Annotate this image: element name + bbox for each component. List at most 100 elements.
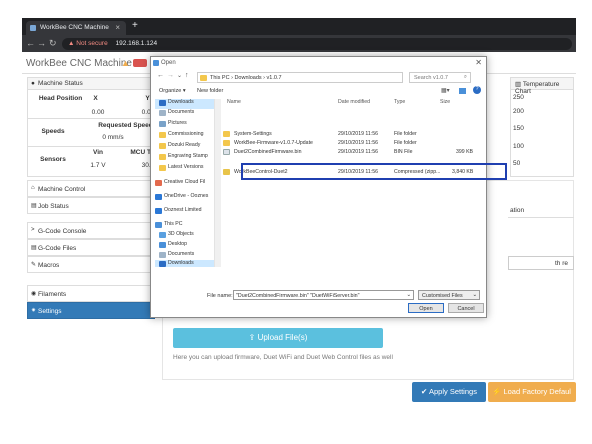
new-tab-icon[interactable]: + — [132, 20, 138, 31]
sidebar-item-gcode-console[interactable]: > G-Code Console — [27, 222, 155, 239]
file-list-header: Name Date modified Type Size — [223, 97, 488, 107]
dialog-nav-bar: ← → ⌄ ↑ This PC › Downloads › v1.0.7 Sea… — [151, 71, 488, 85]
filename-input[interactable]: "Duet2CombinedFirmware.bin" "DuetWiFiSer… — [233, 290, 414, 300]
building-icon — [155, 208, 162, 214]
requested-speed-value: 0 mm/s — [102, 134, 124, 141]
tree-item-this-pc[interactable]: This PC — [155, 221, 182, 231]
new-folder-button[interactable]: New folder — [197, 88, 223, 94]
tree-item-downloads-pc[interactable]: Downloads — [155, 260, 214, 267]
breadcrumb[interactable]: This PC › Downloads › v1.0.7 — [197, 72, 403, 83]
url-text: 192.168.1.124 — [115, 40, 158, 47]
organize-button[interactable]: Organize ▾ — [159, 88, 186, 94]
address-bar-row: ← → ↻ ▲ Not secure 192.168.1.124 — [22, 35, 576, 52]
forward-icon[interactable]: → — [37, 38, 46, 48]
macro-icon: ✎ — [31, 262, 37, 268]
tree-item-onedrive[interactable]: OneDrive - Ooznes — [155, 193, 208, 203]
file-icon — [223, 149, 230, 155]
file-row[interactable]: System-Settings 29/10/2019 11:56 File fo… — [223, 131, 483, 139]
axis-x-value: 0.00 — [91, 109, 105, 116]
cloud-icon — [155, 180, 162, 186]
settings-input-fragment[interactable]: th re — [508, 256, 574, 270]
picture-icon — [159, 121, 166, 127]
upload-files-button[interactable]: ⇪ Upload File(s) — [173, 328, 383, 348]
tree-item-3d-objects[interactable]: 3D Objects — [159, 231, 194, 241]
check-icon: ✔ — [421, 387, 429, 396]
sidebar-item-gcode-files[interactable]: ▤ G-Code Files — [27, 239, 155, 256]
navigation-tree: Downloads Documents Pictures Commissioni… — [155, 99, 215, 267]
folder-icon — [159, 154, 166, 160]
status-badge — [133, 59, 147, 67]
tab-close-icon[interactable]: × — [115, 23, 120, 32]
chevron-down-icon: ⌄ — [406, 292, 411, 298]
dialog-search-input[interactable]: Search v1.0.7 ⌕ — [409, 72, 471, 83]
open-button[interactable]: Open — [408, 303, 444, 313]
folder-icon — [159, 132, 166, 138]
folder-icon — [200, 75, 207, 81]
column-type[interactable]: Type — [394, 99, 405, 105]
upload-icon: ⇪ — [248, 333, 258, 342]
document-icon — [159, 252, 166, 258]
help-icon[interactable]: ? — [473, 86, 481, 94]
chart-tick: 200 — [513, 108, 524, 115]
vin-label: Vin — [93, 149, 103, 156]
tree-item-documents[interactable]: Documents — [159, 109, 194, 119]
file-row[interactable]: WorkBee-Firmware-v1.0.7-Update 29/10/201… — [223, 140, 483, 148]
temperature-chart-heading: ▥ Temperature Chart — [511, 78, 573, 95]
column-name[interactable]: Name — [227, 99, 241, 105]
close-icon[interactable]: ✕ — [475, 58, 482, 67]
tree-item-desktop[interactable]: Desktop — [159, 241, 187, 251]
tree-item-commissioning[interactable]: Commissioning — [159, 131, 203, 141]
tab-title: WorkBee CNC Machine — [40, 24, 109, 31]
file-type-select[interactable]: Customised Files ⌄ — [418, 290, 480, 300]
warning-triangle-icon: ▲ — [68, 40, 75, 47]
console-icon: > — [31, 227, 35, 233]
column-size[interactable]: Size — [440, 99, 450, 105]
load-factory-defaults-button[interactable]: ⚡ Load Factory Defaul — [488, 382, 576, 402]
temperature-chart-panel: ▥ Temperature Chart 250 200 150 100 50 — [510, 77, 574, 177]
settings-column-fragment: ation — [508, 204, 574, 218]
selection-highlight-box — [241, 163, 507, 180]
tree-item-creative-cloud[interactable]: Creative Cloud Fil — [155, 179, 205, 189]
dialog-title: Open — [161, 60, 176, 66]
sidebar-item-macros[interactable]: ✎ Macros — [27, 256, 155, 273]
tree-item-pictures[interactable]: Pictures — [159, 120, 187, 130]
apply-settings-button[interactable]: ✔ Apply Settings — [412, 382, 486, 402]
cancel-button[interactable]: Cancel — [448, 303, 484, 313]
tree-scrollbar[interactable] — [215, 99, 221, 267]
browser-tab[interactable]: WorkBee CNC Machine × — [26, 21, 126, 35]
chart-tick: 100 — [513, 143, 524, 150]
sidebar-item-filaments[interactable]: ◉ Filaments — [27, 285, 155, 302]
download-icon — [159, 100, 166, 106]
dialog-toolbar: Organize ▾ New folder ▦▾ ? — [151, 86, 488, 97]
gear-icon: ✷ — [31, 308, 37, 314]
up-icon[interactable]: ↑ — [185, 72, 189, 79]
warning-icon: ▲ — [121, 58, 130, 68]
chevron-down-icon[interactable]: ⌄ — [177, 72, 182, 79]
sidebar-item-settings[interactable]: ✷ Settings — [27, 302, 155, 319]
chart-icon: ▥ — [515, 81, 522, 88]
folder-icon — [223, 131, 230, 137]
forward-icon[interactable]: → — [167, 72, 174, 79]
tree-item-dozuki-ready[interactable]: Dozuki Ready — [159, 142, 200, 152]
preview-pane-icon[interactable] — [459, 88, 466, 94]
folder-icon — [159, 165, 166, 171]
tree-item-latest-versions[interactable]: Latest Versions — [159, 164, 203, 174]
folder-icon — [223, 140, 230, 146]
folder-icon — [159, 143, 166, 149]
search-icon: ⌕ — [463, 74, 467, 80]
sidebar-item-machine-control[interactable]: ⌂ Machine Control — [27, 180, 155, 197]
back-icon[interactable]: ← — [157, 72, 164, 79]
tree-item-ooznest-limited[interactable]: Ooznest Limited — [155, 207, 201, 217]
sidebar-item-job-status[interactable]: ▤ Job Status — [27, 197, 155, 214]
zip-icon — [223, 169, 230, 175]
app-title: WorkBee CNC Machine — [26, 58, 132, 69]
axis-x-label: X — [93, 95, 98, 102]
column-date-modified[interactable]: Date modified — [338, 99, 370, 105]
back-icon[interactable]: ← — [26, 38, 35, 48]
file-row[interactable]: Duet2CombinedFirmware.bin 29/10/2019 11:… — [223, 149, 483, 157]
address-input[interactable]: ▲ Not secure 192.168.1.124 — [62, 38, 572, 50]
reload-icon[interactable]: ↻ — [49, 38, 57, 49]
tree-item-downloads[interactable]: Downloads — [155, 99, 214, 109]
tree-item-engraving-stamp[interactable]: Engraving Stamp — [159, 153, 208, 163]
view-options-icon[interactable]: ▦▾ — [441, 87, 450, 94]
